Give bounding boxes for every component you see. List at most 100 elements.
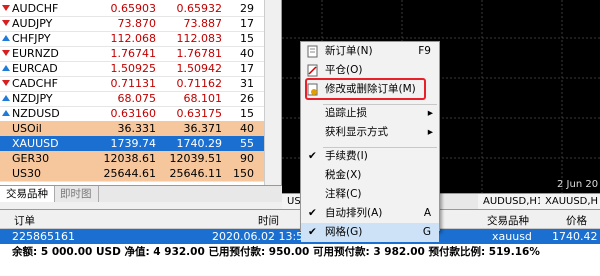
market-watch-ask: 0.63175 xyxy=(176,107,223,120)
market-watch-ask: 12039.51 xyxy=(169,152,223,165)
checkmark-icon: ✔ xyxy=(308,226,317,238)
submenu-arrow-icon: ▸ xyxy=(427,107,433,119)
market-watch-row-nzdusd[interactable]: NZDUSD 0.63160 0.63175 15 xyxy=(0,106,281,121)
market-watch-bid: 25644.61 xyxy=(103,167,157,180)
chart-tab-xauusd[interactable]: XAUUSD,H xyxy=(540,194,600,209)
market-watch-panel: AUDCHF 0.65903 0.65932 29 AUDJPY 73.870 73.887… xyxy=(0,0,282,185)
menu-separator xyxy=(323,104,437,105)
menu-item-label: 手续费(I) xyxy=(325,150,368,162)
market-watch-symbol: US30 xyxy=(12,167,42,180)
market-watch-spread: 29 xyxy=(240,2,254,15)
market-watch-spread: 17 xyxy=(240,17,254,30)
market-watch-bid: 0.65903 xyxy=(110,2,157,15)
market-watch-spread: 17 xyxy=(240,62,254,75)
market-watch-row-audchf[interactable]: AUDCHF 0.65903 0.65932 29 xyxy=(0,1,281,16)
menu-item-label: 获利显示方式 xyxy=(325,126,388,138)
market-watch-ask: 68.101 xyxy=(183,92,223,105)
market-watch-bid: 0.71131 xyxy=(110,77,157,90)
market-watch-bid: 12038.61 xyxy=(103,152,157,165)
market-watch-symbol: NZDUSD xyxy=(2,106,92,121)
market-watch-spread: 26 xyxy=(240,92,254,105)
menu-separator xyxy=(323,147,437,148)
market-watch-symbol: USOil xyxy=(12,122,42,135)
market-watch-bid: 36.331 xyxy=(117,122,157,135)
menu-item-5[interactable]: ✔ 手续费(I) xyxy=(301,147,439,166)
market-watch-bid: 1739.74 xyxy=(110,137,157,150)
menu-item-0[interactable]: 新订单(N) F9 xyxy=(301,42,439,61)
menu-item-shortcut: G xyxy=(422,226,431,238)
market-watch-spread: 15 xyxy=(240,107,254,120)
menu-item-label: 网格(G) xyxy=(325,226,363,238)
market-watch-symbol: GER30 xyxy=(12,152,50,165)
menu-item-6[interactable]: 税金(X) xyxy=(301,166,439,185)
menu-item-3[interactable]: 追踪止损 ▸ xyxy=(301,104,439,123)
market-watch-symbol: AUDCHF xyxy=(2,1,92,16)
market-watch-row-xauusd[interactable]: XAUUSD 1739.74 1740.29 55 xyxy=(0,136,281,151)
menu-item-9[interactable]: ✔ 网格(G) G xyxy=(301,223,439,242)
header-order[interactable]: 订单 xyxy=(14,213,35,228)
market-watch-ask: 36.371 xyxy=(183,122,223,135)
header-price[interactable]: 价格 xyxy=(566,213,587,228)
market-watch-row-usoil[interactable]: USOil 36.331 36.371 40 xyxy=(0,121,281,136)
menu-item-4[interactable]: 获利显示方式 ▸ xyxy=(301,123,439,142)
header-symbol[interactable]: 交易品种 xyxy=(487,213,529,228)
market-watch-spread: 40 xyxy=(240,122,254,135)
checkmark-icon: ✔ xyxy=(308,150,317,162)
market-watch-row-eurnzd[interactable]: EURNZD 1.76741 1.76781 40 xyxy=(0,46,281,61)
market-watch-spread: 15 xyxy=(240,32,254,45)
market-watch-bid: 0.63160 xyxy=(110,107,157,120)
menu-item-shortcut: A xyxy=(423,207,431,219)
chart-date-label: 2 Jun 20 xyxy=(557,179,599,190)
market-watch-symbol: EURNZD xyxy=(2,46,92,61)
market-watch-bid: 112.068 xyxy=(110,32,157,45)
market-watch-bid: 1.76741 xyxy=(110,47,157,60)
market-watch-row-chfjpy[interactable]: CHFJPY 112.068 112.083 15 xyxy=(0,31,281,46)
market-watch-row-nzdjpy[interactable]: NZDJPY 68.075 68.101 26 xyxy=(0,91,281,106)
checkmark-icon: ✔ xyxy=(308,207,317,219)
market-watch-row-ger30[interactable]: GER30 12038.61 12039.51 90 xyxy=(0,151,281,166)
balance-text: 余额: 5 000.00 USD 净值: 4 932.00 已用预付款: 950… xyxy=(12,246,540,258)
market-watch-spread: 55 xyxy=(240,137,254,150)
market-watch-tabs: 交易品种 即时图 xyxy=(0,185,282,202)
order-symbol: xauusd xyxy=(492,230,532,243)
tab-tick-chart[interactable]: 即时图 xyxy=(54,186,99,202)
market-watch-scrollbar[interactable] xyxy=(264,0,281,185)
row-divider xyxy=(0,181,281,182)
market-watch-symbol: CADCHF xyxy=(2,76,92,91)
market-watch-row-cadchf[interactable]: CADCHF 0.71131 0.71162 31 xyxy=(0,76,281,91)
market-watch-spread: 31 xyxy=(240,77,254,90)
menu-item-label: 新订单(N) xyxy=(325,45,373,57)
new-order-icon xyxy=(306,45,319,58)
menu-item-label: 注释(C) xyxy=(325,188,362,200)
order-row[interactable]: 225865161 2020.06.02 13:58:50 buy xauusd… xyxy=(0,229,600,244)
tab-symbols[interactable]: 交易品种 xyxy=(0,186,55,202)
market-watch-ask: 112.083 xyxy=(176,32,223,45)
menu-item-7[interactable]: 注释(C) xyxy=(301,185,439,204)
menu-item-label: 追踪止损 xyxy=(325,107,367,119)
market-watch-ask: 0.71162 xyxy=(176,77,223,90)
header-time[interactable]: 时间 xyxy=(258,213,279,228)
menu-item-label: 自动排列(A) xyxy=(325,207,383,219)
market-watch-symbol: XAUUSD xyxy=(12,137,59,150)
context-menu: 新订单(N) F9 平仓(O) 修改或删除订单(M) 追踪止损 ▸ 获利显示方式 ▸ ✔ 手续费(… xyxy=(300,41,440,242)
market-watch-row-audjpy[interactable]: AUDJPY 73.870 73.887 17 xyxy=(0,16,281,31)
market-watch-spread: 90 xyxy=(240,152,254,165)
market-watch-ask: 73.887 xyxy=(183,17,223,30)
market-watch-row-us30[interactable]: US30 25644.61 25646.11 150 xyxy=(0,166,281,181)
market-watch-ask: 25646.11 xyxy=(169,167,223,180)
chart-tab-audusd[interactable]: AUDUSD,H1 xyxy=(478,194,550,209)
market-watch-symbol: AUDJPY xyxy=(2,16,92,31)
market-watch-row-eurcad[interactable]: EURCAD 1.50925 1.50942 17 xyxy=(0,61,281,76)
submenu-arrow-icon: ▸ xyxy=(427,126,433,138)
menu-item-label: 税金(X) xyxy=(325,169,362,181)
highlight-box xyxy=(305,78,426,100)
market-watch-symbol: CHFJPY xyxy=(2,31,92,46)
order-id: 225865161 xyxy=(12,230,75,243)
market-watch-spread: 40 xyxy=(240,47,254,60)
menu-item-8[interactable]: ✔ 自动排列(A) A xyxy=(301,204,439,223)
market-watch-symbol: NZDJPY xyxy=(2,91,92,106)
market-watch-ask: 0.65932 xyxy=(176,2,223,15)
market-watch-ask: 1740.29 xyxy=(176,137,223,150)
menu-item-shortcut: F9 xyxy=(418,45,431,57)
market-watch-ask: 1.76781 xyxy=(176,47,223,60)
